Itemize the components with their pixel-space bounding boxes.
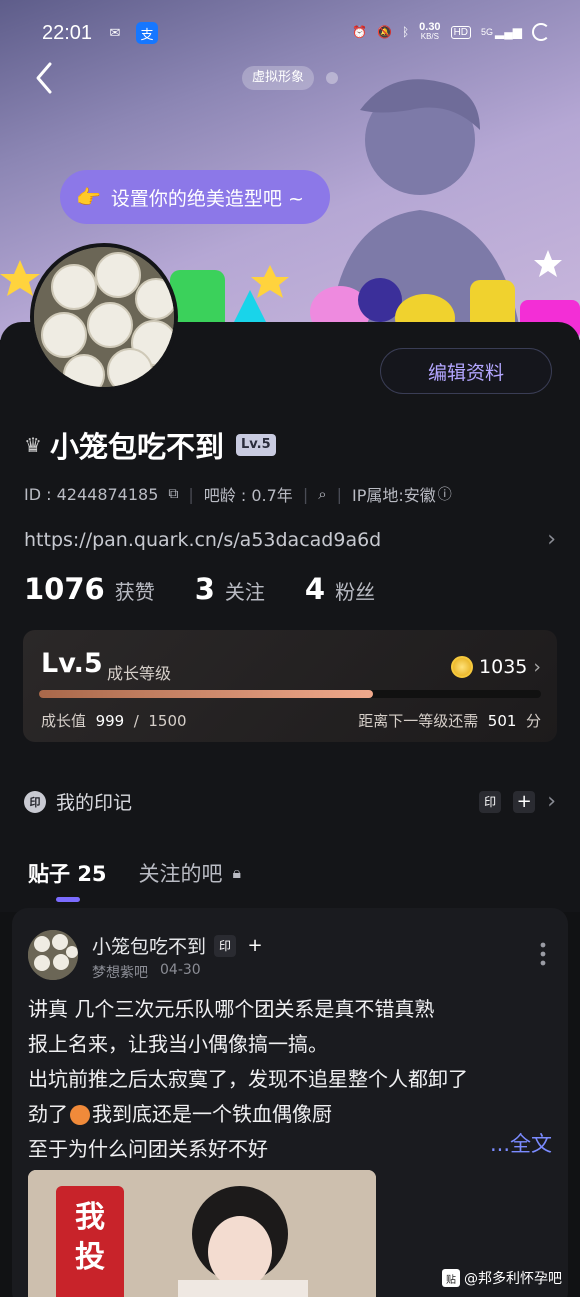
- status-bar: 22:01 ✉ 支 ⏰ 🔕 ᛒ 0.30 KB/S HD 5G ▂▄▆: [0, 0, 580, 64]
- meta-row: ID : 4244874185 ⧉ | 吧龄 : 0.7年 | ⌕ | IP属地…: [24, 482, 452, 506]
- post-image[interactable]: 我投: [28, 1170, 376, 1297]
- virtual-avatar-tag[interactable]: 虚拟形象: [242, 66, 315, 90]
- lock-icon: 🔒︎: [232, 863, 242, 882]
- growth-value: 成长值 999 / 1500: [41, 712, 187, 730]
- level-card[interactable]: Lv.5 成长等级 1035 › 成长值 999 / 1500 距离下一等级还需…: [23, 630, 557, 742]
- post-author-avatar[interactable]: [28, 930, 78, 980]
- notification-icons: ✉ 支: [104, 22, 158, 44]
- user-avatar[interactable]: [30, 243, 178, 391]
- alipay-icon: 支: [136, 22, 158, 44]
- profile-card: [0, 322, 580, 912]
- post-card[interactable]: 小笼包吃不到 印 + 梦想紫吧 04-30 讲真 几个三次元乐队哪个团关系是真不…: [12, 908, 568, 1297]
- mark-chip[interactable]: 印: [214, 934, 237, 957]
- clock: 22:01: [42, 22, 93, 44]
- bar-age: 吧龄 : 0.7年: [203, 486, 293, 505]
- my-marks: 印 我的印记: [24, 788, 132, 815]
- battery-icon: [532, 23, 550, 41]
- chevron-right-icon: ›: [547, 789, 556, 814]
- my-marks-row[interactable]: 印 我的印记 印 + ›: [24, 788, 556, 815]
- set-style-button[interactable]: 👉 设置你的绝美造型吧 ~: [60, 170, 330, 224]
- back-arrow-icon[interactable]: [30, 60, 60, 96]
- tieba-logo-icon: 贴: [442, 1269, 460, 1287]
- post-line-row: 劲了 我到底还是一个铁血偶像厨: [28, 1097, 558, 1132]
- mark-chip[interactable]: 印: [479, 790, 502, 813]
- points-needed: 距离下一等级还需 501 分: [358, 712, 541, 730]
- user-id: ID : 4244874185: [24, 484, 159, 504]
- level-title: Lv.5: [41, 648, 103, 679]
- post-forum[interactable]: 梦想紫吧: [92, 962, 148, 982]
- content-tabs: 贴子 25 关注的吧 🔒︎: [28, 858, 242, 902]
- chevron-right-icon: ›: [533, 656, 541, 678]
- divider: |: [302, 484, 309, 504]
- post-author[interactable]: 小笼包吃不到: [92, 932, 206, 959]
- help-icon[interactable]: ⓘ: [438, 484, 452, 504]
- my-marks-label: 我的印记: [56, 792, 133, 814]
- level-subtitle: 成长等级: [107, 664, 172, 683]
- emoji-icon: [70, 1104, 90, 1125]
- post-line: 我到底还是一个铁血偶像厨: [92, 1102, 332, 1126]
- tag-dot: [326, 72, 338, 84]
- stats-row: 1076 获赞 3 关注 4 粉丝: [24, 572, 375, 606]
- divider: |: [336, 484, 342, 504]
- tab-underline: [56, 897, 80, 902]
- profile-link[interactable]: https://pan.quark.cn/s/a53dacad9a6d: [24, 529, 381, 551]
- post-line: 出坑前推之后太寂寞了，发现不追星整个人都卸了: [28, 1067, 468, 1091]
- system-icons: ⏰ 🔕 ᛒ 0.30 KB/S HD 5G ▂▄▆: [352, 22, 550, 42]
- post-line: 讲真 几个三次元乐队哪个团关系是真不错真熟: [28, 997, 435, 1021]
- copy-icon[interactable]: ⧉: [168, 486, 178, 502]
- stat-following[interactable]: 3 关注: [195, 572, 265, 606]
- post-body[interactable]: 讲真 几个三次元乐队哪个团关系是真不错真熟 报上名来，让我当小偶像搞一搞。 出坑…: [28, 992, 558, 1167]
- post-date: 04-30: [160, 962, 201, 978]
- post-line: 报上名来，让我当小偶像搞一搞。: [28, 1032, 328, 1056]
- coins[interactable]: 1035 ›: [451, 656, 541, 678]
- chevron-right-icon: ›: [547, 527, 556, 552]
- edit-profile-button[interactable]: 编辑资料: [380, 348, 552, 394]
- my-marks-actions: 印 + ›: [479, 789, 556, 814]
- tab-posts[interactable]: 贴子 25: [28, 858, 107, 902]
- stat-likes[interactable]: 1076 获赞: [24, 572, 155, 606]
- post-author-row: 小笼包吃不到 印 +: [92, 932, 266, 959]
- wechat-icon: ✉: [109, 25, 121, 40]
- watermark: 贴 @邦多利怀孕吧: [442, 1268, 562, 1288]
- post-line: 至于为什么问团关系好不好: [28, 1137, 268, 1161]
- pointing-hand-icon: 👉: [76, 185, 101, 209]
- divider: |: [188, 484, 194, 504]
- net-speed: 0.30 KB/S: [419, 21, 441, 42]
- search-icon[interactable]: ⌕: [318, 485, 326, 503]
- level-progress-fill: [39, 690, 374, 698]
- signal-icon: 5G ▂▄▆: [481, 25, 522, 39]
- sign-text: 我投: [75, 1200, 105, 1275]
- post-line: 劲了: [28, 1102, 68, 1126]
- bluetooth-icon: ᛒ: [401, 25, 410, 39]
- ip-location: IP属地:安徽: [352, 486, 436, 505]
- hd-icon: HD: [450, 25, 472, 39]
- tab-followed-bars[interactable]: 关注的吧 🔒︎: [139, 858, 242, 888]
- profile-page: 22:01 ✉ 支 ⏰ 🔕 ᛒ 0.30 KB/S HD 5G ▂▄▆ 虚拟形象…: [0, 0, 580, 1297]
- add-mark-button[interactable]: +: [244, 935, 266, 957]
- more-options-icon[interactable]: [540, 942, 546, 966]
- name-row: ♛ 小笼包吃不到 Lv.5: [24, 424, 276, 466]
- alarm-icon: ⏰: [352, 25, 367, 39]
- stat-followers[interactable]: 4 粉丝: [305, 572, 375, 606]
- coin-icon: [451, 656, 474, 678]
- dumpling-image: [28, 930, 78, 980]
- crown-icon: ♛: [24, 433, 42, 457]
- mute-icon: 🔕: [376, 25, 392, 39]
- profile-link-row[interactable]: https://pan.quark.cn/s/a53dacad9a6d ›: [24, 527, 556, 552]
- post-meta: 梦想紫吧 04-30: [92, 962, 201, 982]
- level-badge[interactable]: Lv.5: [235, 434, 276, 456]
- level-progress-bar: [39, 690, 541, 698]
- username: 小笼包吃不到: [49, 430, 224, 464]
- read-full-link[interactable]: ...全文: [490, 1128, 552, 1158]
- mark-icon: 印: [24, 790, 46, 813]
- add-mark-button[interactable]: +: [513, 790, 536, 813]
